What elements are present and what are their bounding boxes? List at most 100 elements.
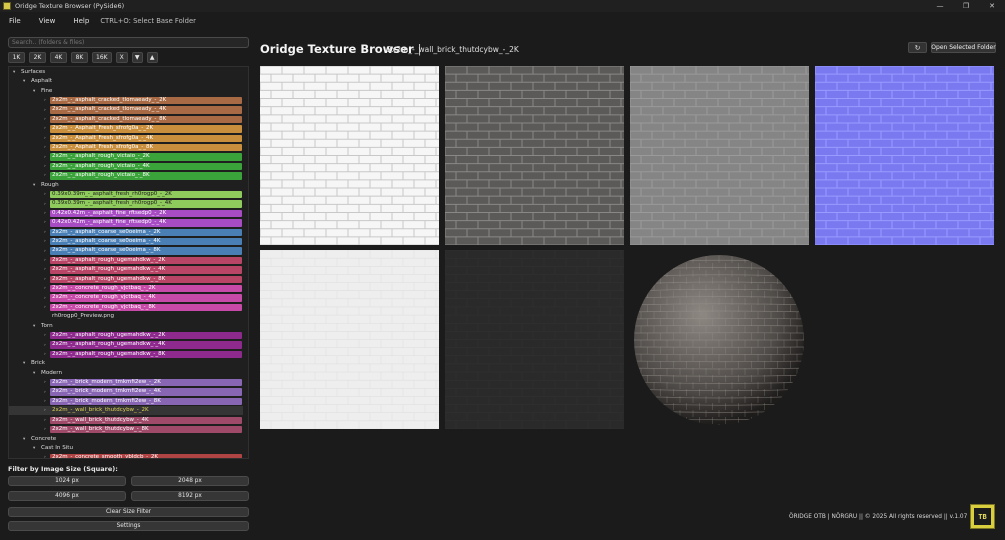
open-selected-folder-button[interactable]: Open Selected Folder bbox=[931, 42, 996, 53]
tree-folder[interactable]: ▾ Fine bbox=[9, 87, 243, 96]
tree-texture-item[interactable]: 2x2m_-_asphalt_coarse_se0oeima_-_2K › bbox=[9, 228, 243, 237]
filter-2048-button[interactable]: 2048 px bbox=[131, 476, 249, 486]
search-input[interactable] bbox=[8, 37, 249, 48]
expand-icon[interactable]: › bbox=[44, 256, 46, 265]
tree-texture-item[interactable]: 2x2m_-_asphalt_rough_ugemahdkw_-_2K › bbox=[9, 331, 243, 340]
folder-tree[interactable]: ▾ Surfaces ▾ Asphalt ▾ Fine 2x2m_-_asphalt_cra… bbox=[8, 66, 249, 459]
res-clear-button[interactable]: X bbox=[115, 52, 128, 63]
clear-size-filter-button[interactable]: Clear Size Filter bbox=[8, 507, 249, 517]
expand-icon[interactable]: › bbox=[44, 171, 46, 180]
res-4k-button[interactable]: 4K bbox=[50, 52, 67, 63]
expand-icon[interactable]: › bbox=[44, 209, 46, 218]
expand-icon[interactable]: ▾ bbox=[23, 435, 25, 444]
expand-icon[interactable]: › bbox=[44, 143, 46, 152]
tree-texture-item[interactable]: 2x2m_-_asphalt_rough_ugemahdkw_-_8K › bbox=[9, 275, 243, 284]
tree-folder[interactable]: ▾ Brick bbox=[9, 359, 243, 368]
tree-texture-item[interactable]: 2x2m_-_asphalt_rough_victaio_-_2K › bbox=[9, 153, 243, 162]
tree-texture-item[interactable]: 2x2m_-_wall_brick_thutdcybw_-_4K › bbox=[9, 416, 243, 425]
expand-icon[interactable]: ▾ bbox=[33, 87, 35, 96]
tree-folder[interactable]: ▾ Surfaces bbox=[9, 68, 243, 77]
expand-icon[interactable]: ▾ bbox=[33, 181, 35, 190]
maximize-icon[interactable]: ❐ bbox=[953, 0, 979, 12]
expand-icon[interactable]: ▾ bbox=[23, 77, 25, 86]
tree-texture-item[interactable]: 2x2m_-_asphalt_coarse_se0oeima_-_4K › bbox=[9, 237, 243, 246]
tree-texture-item[interactable]: 2x2m_-_Asphalt_Fresh_sfrofg0a_-_8K › bbox=[9, 143, 243, 152]
res-2k-button[interactable]: 2K bbox=[29, 52, 46, 63]
expand-icon[interactable]: › bbox=[44, 453, 46, 458]
tree-texture-item[interactable]: 2x2m_-_Asphalt_Fresh_sfrofg0a_-_2K › bbox=[9, 124, 243, 133]
expand-icon[interactable]: › bbox=[44, 378, 46, 387]
tree-texture-item[interactable]: 2x2m_-_asphalt_rough_ugemahdkw_-_4K › bbox=[9, 341, 243, 350]
res-8k-button[interactable]: 8K bbox=[71, 52, 88, 63]
sort-asc-icon[interactable]: ▲ bbox=[146, 52, 158, 63]
tree-folder[interactable]: ▾ Modern bbox=[9, 369, 243, 378]
tree-texture-item[interactable]: 2x2m_-_concrete_rough_vjctbaq_-_2K › bbox=[9, 284, 243, 293]
tree-texture-item[interactable]: 0.42x0.42m_-_asphalt_fine_rftsedp0_-_4K › bbox=[9, 218, 243, 227]
tree-texture-item[interactable]: 0.39x0.39m_-_asphalt_fresh_rh0rogp0_-_2K… bbox=[9, 190, 243, 199]
tree-texture-item[interactable]: 2x2m_-_Asphalt_Fresh_sfrofg0a_-_4K › bbox=[9, 134, 243, 143]
expand-icon[interactable]: › bbox=[44, 265, 46, 274]
texture-tile-albedo[interactable] bbox=[260, 66, 439, 245]
expand-icon[interactable]: › bbox=[44, 115, 46, 124]
tree-texture-item[interactable]: 2x2m_-_concrete_rough_vjctbaq_-_4K › bbox=[9, 294, 243, 303]
filter-8192-button[interactable]: 8192 px bbox=[131, 491, 249, 501]
tree-texture-item[interactable]: 2x2m_-_concrete_smooth_ybldcb_-_2K › bbox=[9, 453, 243, 458]
tree-folder[interactable]: ▾ Concrete bbox=[9, 435, 243, 444]
texture-tile-sphere-preview[interactable] bbox=[630, 250, 809, 429]
expand-icon[interactable]: › bbox=[44, 200, 46, 209]
texture-tile-color[interactable] bbox=[445, 66, 624, 245]
tree-scrollbar[interactable] bbox=[243, 67, 248, 458]
tree-texture-item[interactable]: 2x2m_-_wall_brick_thutdcybw_-_8K › bbox=[9, 425, 243, 434]
tree-texture-item[interactable]: 2x2m_-_asphalt_rough_victaio_-_8K › bbox=[9, 171, 243, 180]
tree-texture-item[interactable]: 2x2m_-_asphalt_coarse_se0oeima_-_8K › bbox=[9, 247, 243, 256]
tree-texture-item[interactable]: 2x2m_-_asphalt_cracked_tlomaeady_-_8K › bbox=[9, 115, 243, 124]
sort-desc-icon[interactable]: ▼ bbox=[131, 52, 143, 63]
expand-icon[interactable]: › bbox=[44, 237, 46, 246]
expand-icon[interactable]: › bbox=[44, 425, 46, 434]
expand-icon[interactable]: › bbox=[44, 388, 46, 397]
filter-4096-button[interactable]: 4096 px bbox=[8, 491, 126, 501]
tree-texture-item[interactable]: 2x2m_-_asphalt_rough_ugemahdkw_-_2K › bbox=[9, 256, 243, 265]
expand-icon[interactable]: › bbox=[44, 153, 46, 162]
expand-icon[interactable]: ▾ bbox=[33, 322, 35, 331]
tree-texture-item[interactable]: 2x2m_-_brick_modern_tmkmfi2ew_-_8K › bbox=[9, 397, 243, 406]
expand-icon[interactable]: › bbox=[44, 228, 46, 237]
expand-icon[interactable]: ▾ bbox=[33, 444, 35, 453]
tree-texture-item[interactable]: 2x2m_-_brick_modern_tmkmfi2ew_-_4K › bbox=[9, 388, 243, 397]
expand-icon[interactable]: › bbox=[44, 106, 46, 115]
expand-icon[interactable]: › bbox=[44, 331, 46, 340]
tree-texture-item[interactable]: 0.39x0.39m_-_asphalt_fresh_rh0rogp0_-_4K… bbox=[9, 200, 243, 209]
expand-icon[interactable]: › bbox=[44, 124, 46, 133]
tree-file[interactable]: rh0rogp0_Preview.png bbox=[9, 312, 243, 321]
texture-tile-normal[interactable] bbox=[815, 66, 994, 245]
tree-texture-item[interactable]: 2x2m_-_wall_brick_thutdcybw_-_2K › bbox=[9, 406, 243, 416]
tree-folder[interactable]: ▾ Cast In Situ bbox=[9, 444, 243, 453]
expand-icon[interactable]: › bbox=[44, 96, 46, 105]
tree-folder[interactable]: ▾ Rough bbox=[9, 181, 243, 190]
menu-help[interactable]: Help bbox=[64, 17, 98, 25]
expand-icon[interactable]: › bbox=[44, 294, 46, 303]
expand-icon[interactable]: › bbox=[44, 416, 46, 425]
expand-icon[interactable]: › bbox=[44, 247, 46, 256]
expand-icon[interactable]: › bbox=[44, 303, 46, 312]
expand-icon[interactable]: › bbox=[44, 397, 46, 406]
expand-icon[interactable]: › bbox=[44, 218, 46, 227]
tree-folder[interactable]: ▾ Torn bbox=[9, 322, 243, 331]
minimize-icon[interactable]: — bbox=[927, 0, 953, 12]
menu-file[interactable]: File bbox=[0, 17, 30, 25]
expand-icon[interactable]: › bbox=[44, 341, 46, 350]
expand-icon[interactable]: › bbox=[44, 162, 46, 171]
expand-icon[interactable]: ▾ bbox=[23, 359, 25, 368]
tree-texture-item[interactable]: 2x2m_-_asphalt_rough_ugemahdkw_-_4K › bbox=[9, 265, 243, 274]
tree-texture-item[interactable]: 2x2m_-_asphalt_rough_ugemahdkw_-_8K › bbox=[9, 350, 243, 359]
expand-icon[interactable]: ▾ bbox=[33, 369, 35, 378]
refresh-icon[interactable]: ↻ bbox=[908, 42, 927, 53]
res-1k-button[interactable]: 1K bbox=[8, 52, 25, 63]
expand-icon[interactable]: › bbox=[44, 406, 46, 415]
settings-button[interactable]: Settings bbox=[8, 521, 249, 531]
tree-texture-item[interactable]: 2x2m_-_asphalt_cracked_tlomaeady_-_4K › bbox=[9, 106, 243, 115]
expand-icon[interactable]: › bbox=[44, 275, 46, 284]
tree-texture-item[interactable]: 2x2m_-_concrete_rough_vjctbaq_-_8K › bbox=[9, 303, 243, 312]
menu-view[interactable]: View bbox=[30, 17, 65, 25]
expand-icon[interactable]: › bbox=[44, 190, 46, 199]
